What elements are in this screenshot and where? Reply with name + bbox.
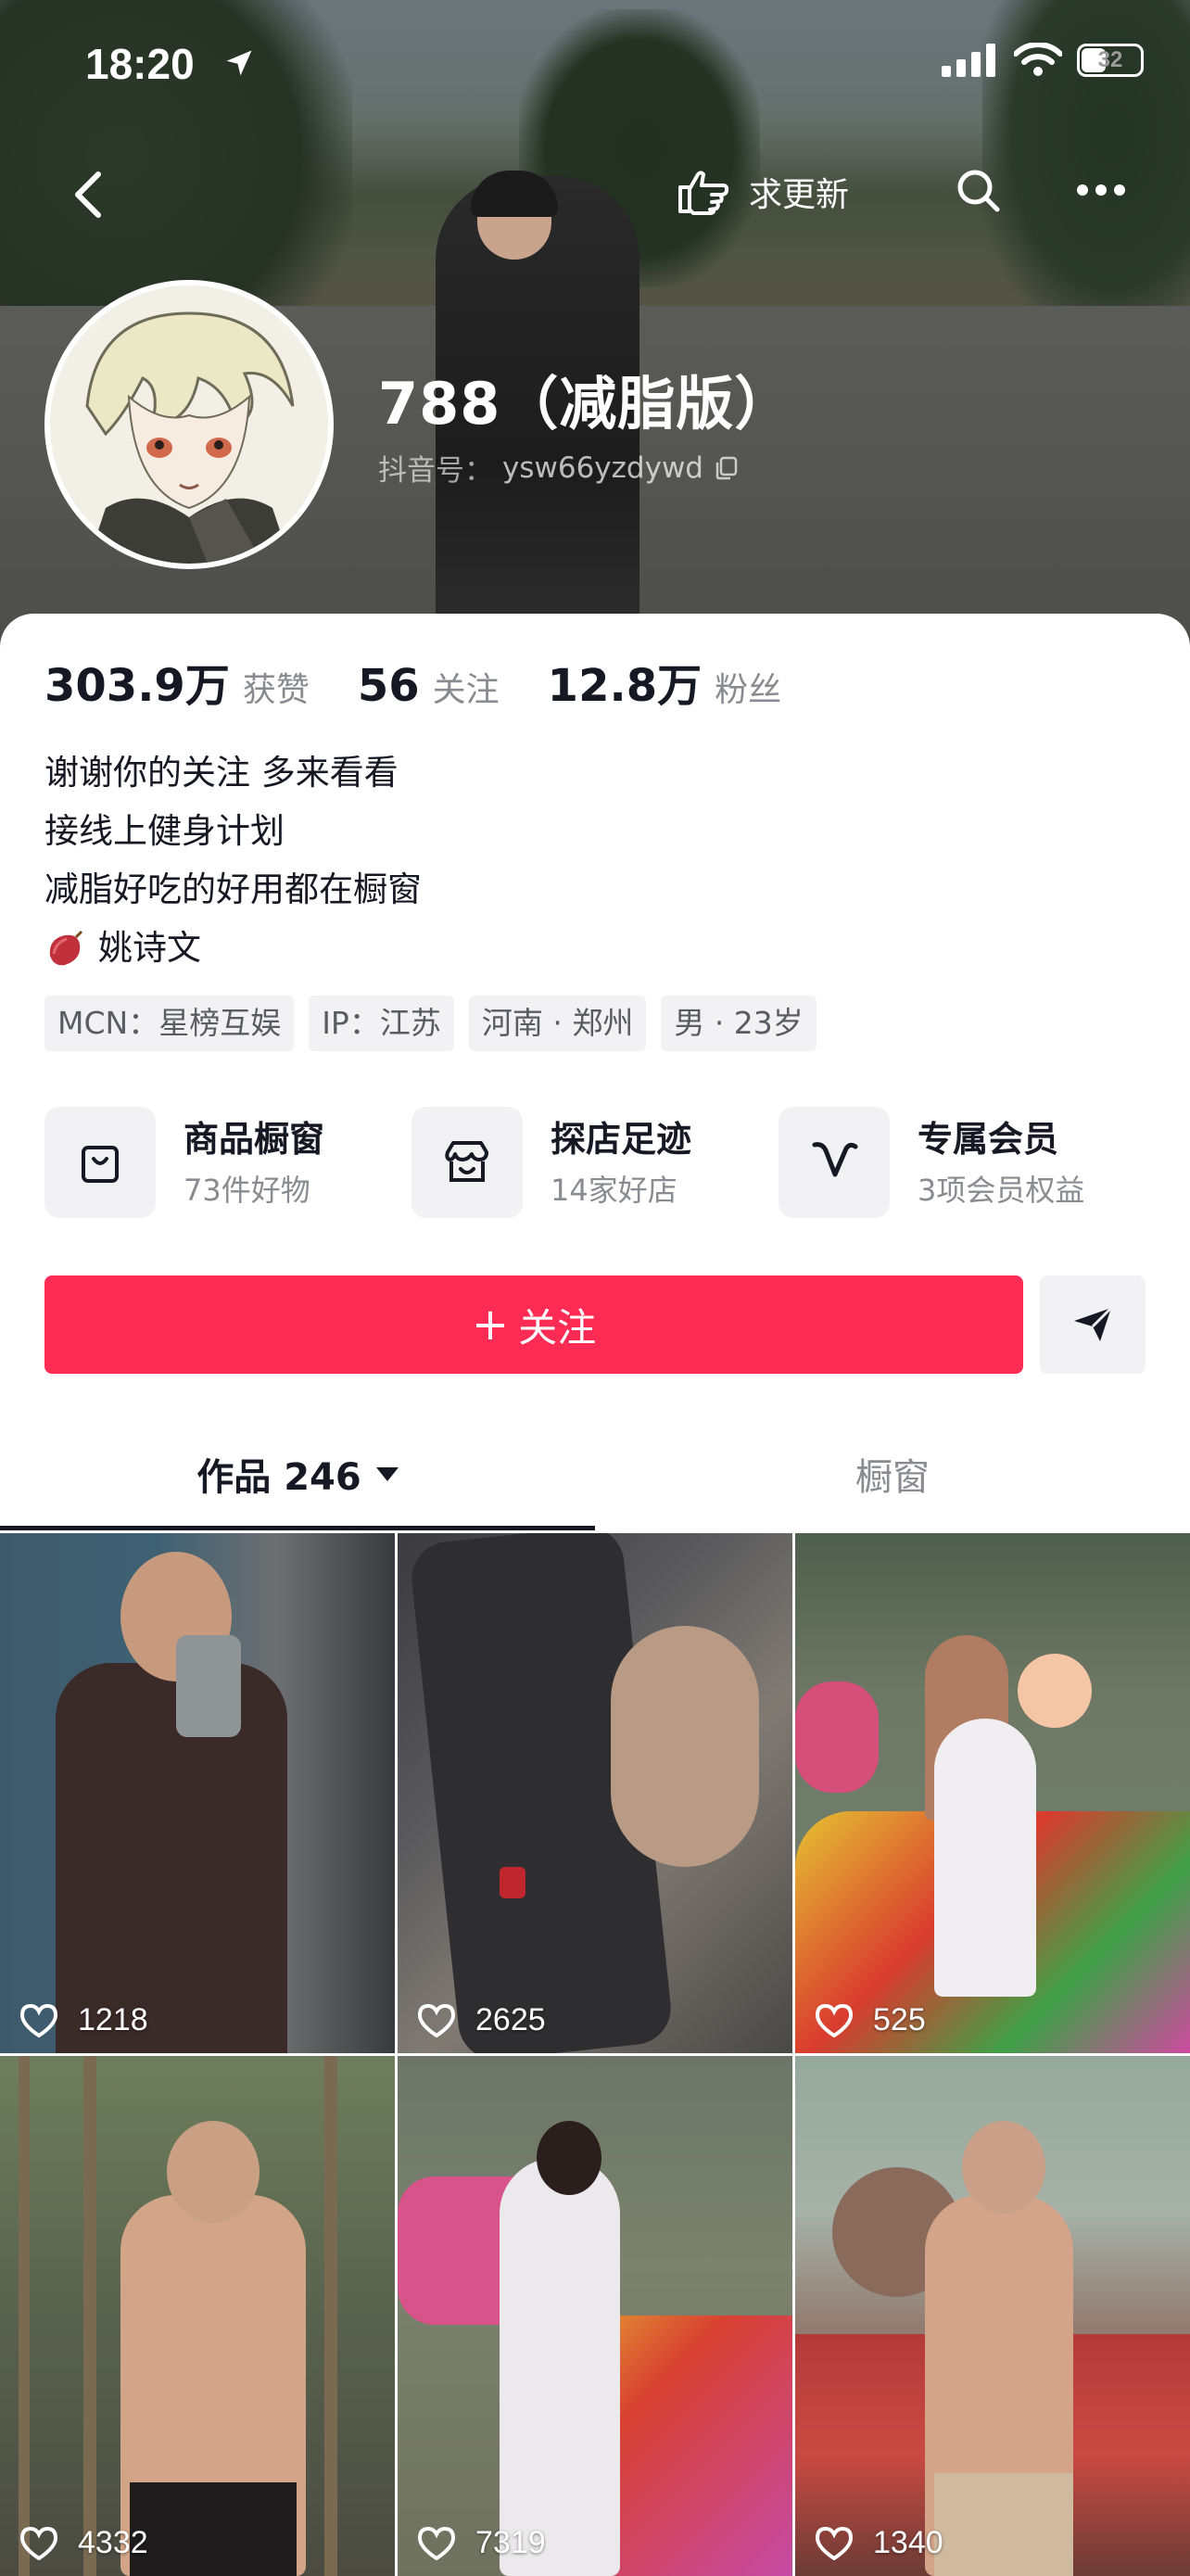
send-icon bbox=[1074, 1306, 1113, 1341]
like-count-value: 2625 bbox=[475, 2002, 546, 2037]
heart-icon bbox=[418, 2003, 455, 2037]
back-icon[interactable] bbox=[65, 167, 111, 222]
feature-subtitle: 14家好店 bbox=[551, 1173, 677, 1208]
plus-icon: + bbox=[471, 1299, 510, 1351]
heart-icon bbox=[816, 2526, 853, 2560]
like-count-value: 4332 bbox=[78, 2525, 148, 2560]
like-count: 1340 bbox=[816, 2525, 943, 2561]
video-thumbnail[interactable]: 7319 bbox=[398, 2056, 792, 2576]
stat-following[interactable]: 56 关注 bbox=[358, 660, 500, 712]
douyin-id-label: 抖音号： bbox=[378, 454, 493, 488]
like-count-value: 525 bbox=[873, 2002, 926, 2037]
heart-icon bbox=[20, 2003, 57, 2037]
like-count: 2625 bbox=[418, 2002, 546, 2038]
bio-line: 接线上健身计划 bbox=[44, 811, 285, 851]
status-icons: 32 bbox=[942, 43, 1144, 78]
stat-number: 303.9万 bbox=[44, 660, 230, 712]
feature-subtitle: 3项会员权益 bbox=[918, 1173, 1085, 1208]
douyin-id[interactable]: 抖音号： ysw66yzdywd bbox=[378, 447, 741, 489]
tag-gender-age: 男 · 23岁 bbox=[661, 996, 817, 1051]
shopping-bag-icon bbox=[44, 1107, 156, 1218]
search-icon[interactable] bbox=[953, 165, 1005, 217]
request-update-button[interactable]: 求更新 bbox=[675, 167, 849, 217]
heart-icon bbox=[20, 2526, 57, 2560]
caret-down-icon bbox=[375, 1466, 399, 1481]
tag-ip: IP：江苏 bbox=[309, 996, 454, 1051]
bio: 谢谢你的关注 多来看看 接线上健身计划 减脂好吃的好用都在橱窗 姚诗文 bbox=[44, 743, 422, 977]
stat-label: 获赞 bbox=[242, 671, 310, 709]
like-count-value: 1218 bbox=[78, 2002, 148, 2037]
follow-button[interactable]: + 关注 bbox=[44, 1275, 1023, 1374]
stat-label: 关注 bbox=[432, 671, 500, 709]
stat-number: 56 bbox=[357, 660, 420, 712]
tag-location: 河南 · 郑州 bbox=[468, 996, 647, 1051]
bio-line: 姚诗文 bbox=[44, 919, 422, 977]
request-update-label: 求更新 bbox=[749, 176, 850, 214]
stat-followers[interactable]: 12.8万 粉丝 bbox=[548, 649, 781, 714]
feature-title: 商品橱窗 bbox=[184, 1119, 325, 1160]
profile-tags: MCN：星榜互娱 IP：江苏 河南 · 郑州 男 · 23岁 bbox=[44, 996, 817, 1051]
feature-row: 商品橱窗 73件好物 探店足迹 14家好店 专属会员 3项会员权益 bbox=[44, 1107, 1146, 1218]
video-grid: 1218 2625 525 4332 7319 1340 bbox=[0, 1533, 1190, 2576]
video-thumbnail[interactable]: 2625 bbox=[398, 1533, 792, 2053]
like-count: 1218 bbox=[20, 2002, 148, 2038]
vip-v-icon bbox=[779, 1107, 890, 1218]
battery-level: 32 bbox=[1097, 47, 1123, 72]
location-arrow-icon bbox=[226, 50, 252, 76]
feature-membership[interactable]: 专属会员 3项会员权益 bbox=[779, 1107, 1146, 1218]
follow-label: 关注 bbox=[518, 1304, 597, 1351]
feature-title: 探店足迹 bbox=[551, 1119, 692, 1160]
bio-line: 减脂好吃的好用都在橱窗 bbox=[44, 869, 422, 909]
feature-title: 专属会员 bbox=[918, 1119, 1059, 1160]
tab-window-label: 橱窗 bbox=[855, 1456, 930, 1499]
bio-line: 谢谢你的关注 多来看看 bbox=[44, 753, 399, 793]
anime-avatar-image bbox=[50, 286, 328, 564]
like-count: 7319 bbox=[418, 2525, 546, 2561]
tab-shop-window[interactable]: 橱窗 bbox=[595, 1420, 1190, 1528]
bio-mention[interactable]: 姚诗文 bbox=[98, 919, 201, 977]
video-thumbnail[interactable]: 4332 bbox=[0, 2056, 395, 2576]
cellular-signal-icon bbox=[942, 44, 995, 77]
like-count: 525 bbox=[816, 2002, 926, 2038]
share-button[interactable] bbox=[1040, 1275, 1146, 1374]
tab-works-label: 作品 246 bbox=[196, 1456, 361, 1499]
wifi-icon bbox=[1014, 43, 1062, 76]
content-tabs: 作品 246 橱窗 bbox=[0, 1420, 1190, 1533]
pointing-hand-icon bbox=[678, 171, 729, 215]
feature-shop-window[interactable]: 商品橱窗 73件好物 bbox=[44, 1107, 411, 1218]
like-count: 4332 bbox=[20, 2525, 148, 2561]
battery-icon: 32 bbox=[1077, 44, 1144, 77]
heart-icon bbox=[816, 2003, 853, 2037]
tag-mcn[interactable]: MCN：星榜互娱 bbox=[44, 996, 295, 1051]
video-thumbnail[interactable]: 1218 bbox=[0, 1533, 395, 2053]
like-count-value: 7319 bbox=[475, 2525, 546, 2560]
stat-number: 12.8万 bbox=[547, 660, 703, 712]
douyin-id-value: ysw66yzdywd bbox=[502, 450, 703, 485]
profile-stats: 303.9万 获赞 56 关注 12.8万 粉丝 bbox=[44, 649, 829, 714]
store-icon bbox=[411, 1107, 523, 1218]
avatar[interactable] bbox=[44, 280, 334, 569]
status-time: 18:20 bbox=[85, 40, 195, 88]
stat-label: 粉丝 bbox=[715, 671, 782, 709]
copy-icon[interactable] bbox=[713, 454, 741, 482]
stat-likes[interactable]: 303.9万 获赞 bbox=[44, 649, 310, 714]
video-thumbnail[interactable]: 525 bbox=[795, 1533, 1190, 2053]
user-name: 788（减脂版） bbox=[378, 370, 793, 438]
feature-subtitle: 73件好物 bbox=[184, 1173, 310, 1208]
more-icon[interactable] bbox=[1075, 176, 1127, 204]
video-thumbnail[interactable]: 1340 bbox=[795, 2056, 1190, 2576]
like-count-value: 1340 bbox=[873, 2525, 943, 2560]
sweet-potato-icon bbox=[49, 930, 83, 965]
heart-icon bbox=[418, 2526, 455, 2560]
tab-underline bbox=[0, 1526, 595, 1530]
feature-store-visits[interactable]: 探店足迹 14家好店 bbox=[411, 1107, 779, 1218]
tab-works[interactable]: 作品 246 bbox=[0, 1420, 595, 1528]
